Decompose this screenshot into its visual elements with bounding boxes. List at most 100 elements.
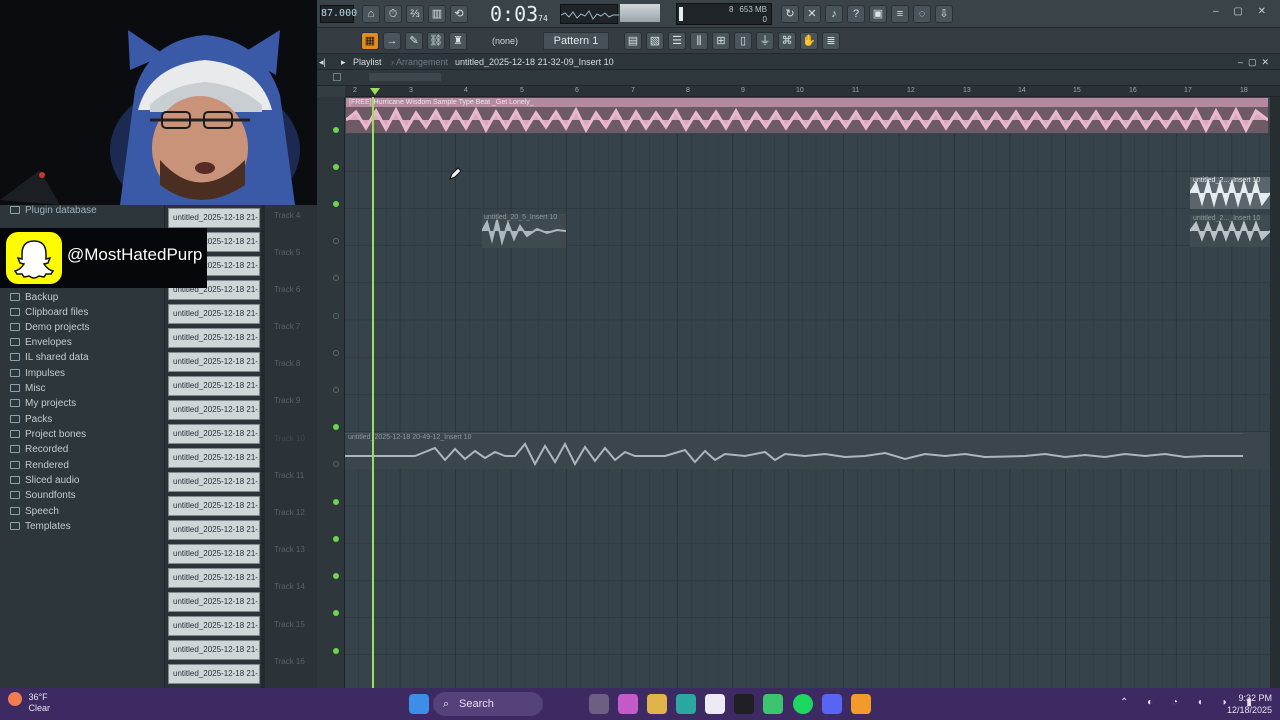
- arrow-icon[interactable]: →: [383, 32, 401, 50]
- track-name[interactable]: Track 15: [274, 620, 305, 629]
- playhead[interactable]: [372, 97, 374, 688]
- track-name[interactable]: Track 11: [274, 471, 304, 480]
- stamp-icon[interactable]: ♜: [449, 32, 467, 50]
- browser-item-rendered[interactable]: Rendered: [10, 458, 69, 473]
- playlist-play-icon[interactable]: ▸: [341, 54, 346, 70]
- track-name[interactable]: Track 13: [274, 545, 305, 554]
- wait-input-icon[interactable]: ⏱: [384, 5, 402, 23]
- clip-list-item[interactable]: untitled_2025-12-18 21-...: [168, 592, 260, 612]
- touch-icon[interactable]: ✋: [800, 32, 818, 50]
- tempo-display[interactable]: 87.000: [320, 5, 357, 23]
- clip-list-item[interactable]: untitled_2025-12-18 21-...: [168, 208, 260, 228]
- metronome-icon[interactable]: ⌂: [362, 5, 380, 23]
- browser-item-demo-projects[interactable]: Demo projects: [10, 320, 89, 335]
- plug-icon[interactable]: ⏚: [756, 32, 774, 50]
- track-name[interactable]: Track 14: [274, 582, 305, 591]
- help-icon[interactable]: ?: [847, 5, 865, 23]
- clip-list-item[interactable]: untitled_2025-12-18 21-...: [168, 304, 260, 324]
- browser-item-packs[interactable]: Packs: [10, 412, 52, 427]
- playhead-marker-icon[interactable]: [370, 88, 380, 95]
- window-controls[interactable]: ‒ ▢ ✕: [1213, 6, 1272, 17]
- taskbar-clock[interactable]: 9:32 PM 12/18/2025: [1227, 692, 1272, 716]
- browser-item-backup[interactable]: Backup: [10, 290, 58, 305]
- discord-icon[interactable]: [822, 694, 842, 714]
- playlist-grid[interactable]: [FREE] Hurricane Wisdom Sample Type Beat…: [345, 97, 1270, 688]
- clip-list-item[interactable]: untitled_2025-12-18 21-...: [168, 352, 260, 372]
- taskbar-search[interactable]: ⌕ Search: [433, 692, 543, 716]
- track-name[interactable]: Track 5: [274, 248, 300, 257]
- file-explorer-icon[interactable]: [647, 694, 667, 714]
- browser-item-impulses[interactable]: Impulses: [10, 366, 65, 381]
- pattern-selector[interactable]: Pattern 1: [543, 32, 609, 50]
- track-name[interactable]: Track 9: [274, 396, 300, 405]
- clip-list-item[interactable]: untitled_2025-12-18 21-...: [168, 568, 260, 588]
- browser-item-sliced-audio[interactable]: Sliced audio: [10, 473, 79, 488]
- track-name[interactable]: Track 4: [274, 211, 300, 220]
- collapse-icon[interactable]: ◂|: [319, 54, 326, 70]
- playlist-window-controls[interactable]: ‒▢✕: [1238, 54, 1274, 70]
- save-icon[interactable]: ▣: [869, 5, 887, 23]
- track-name[interactable]: Track 16: [274, 657, 305, 666]
- microphone-icon[interactable]: ♪: [825, 5, 843, 23]
- task-view-icon[interactable]: [589, 694, 609, 714]
- spotify-icon[interactable]: [793, 694, 813, 714]
- track-name[interactable]: Track 10: [274, 434, 305, 443]
- browser-item-soundfonts[interactable]: Soundfonts: [10, 488, 76, 503]
- clip-list-item[interactable]: untitled_2025-12-18 21-...: [168, 448, 260, 468]
- browser-item-plugin-database[interactable]: Plugin database: [10, 203, 97, 218]
- browser-item-clipboard-files[interactable]: Clipboard files: [10, 305, 88, 320]
- brush-icon[interactable]: ⌘: [778, 32, 796, 50]
- clip-list-item[interactable]: untitled_2025-12-18 21-...: [168, 328, 260, 348]
- browser-item-speech[interactable]: Speech: [10, 504, 59, 519]
- snap-selector[interactable]: (none): [480, 33, 530, 49]
- channel-rack-icon[interactable]: ☰: [668, 32, 686, 50]
- download-icon[interactable]: ⇩: [935, 5, 953, 23]
- tools-icon[interactable]: ✕: [803, 5, 821, 23]
- master-volume-slider[interactable]: [620, 4, 660, 22]
- clip-list-item[interactable]: untitled_2025-12-18 21-...: [168, 496, 260, 516]
- track-name[interactable]: Track 12: [274, 508, 305, 517]
- browser-item-il-shared-data[interactable]: IL shared data: [10, 350, 89, 365]
- snap-icon[interactable]: ▦: [361, 32, 379, 50]
- plugin-icon[interactable]: ▯: [734, 32, 752, 50]
- clip-list-item[interactable]: untitled_2025-12-18 21-...: [168, 664, 260, 684]
- clip-list-item[interactable]: untitled_2025-12-18 21-...: [168, 472, 260, 492]
- link-icon[interactable]: ⛓: [427, 32, 445, 50]
- clip-list-item[interactable]: untitled_2025-12-18 21-...: [168, 640, 260, 660]
- copilot-icon[interactable]: [618, 694, 638, 714]
- start-button-icon[interactable]: [409, 694, 429, 714]
- browser-item-recorded[interactable]: Recorded: [10, 442, 68, 457]
- playlist-icon[interactable]: ▤: [624, 32, 642, 50]
- menu-icon[interactable]: ≣: [822, 32, 840, 50]
- refresh-icon[interactable]: ↻: [781, 5, 799, 23]
- browser-item-project-bones[interactable]: Project bones: [10, 427, 86, 442]
- piano-roll-icon[interactable]: ▧: [646, 32, 664, 50]
- mixer-icon[interactable]: ≡: [891, 5, 909, 23]
- chat-icon[interactable]: ◌: [913, 5, 931, 23]
- track-name[interactable]: Track 8: [274, 359, 300, 368]
- android-app-icon[interactable]: [763, 694, 783, 714]
- audio-clip-track10[interactable]: [345, 433, 1243, 469]
- clip-list-item[interactable]: untitled_2025-12-18 21-...: [168, 376, 260, 396]
- playlist-hscroll[interactable]: [369, 73, 441, 81]
- browser-item-envelopes[interactable]: Envelopes: [10, 335, 72, 350]
- mixer-window-icon[interactable]: ⫼: [690, 32, 708, 50]
- playlist-options-icon[interactable]: [333, 73, 341, 81]
- step-edit-icon[interactable]: ▥: [428, 5, 446, 23]
- playlist-vertical-scrollbar[interactable]: [1270, 97, 1280, 688]
- clip-list-item[interactable]: untitled_2025-12-18 21-...: [168, 400, 260, 420]
- browser-item-my-projects[interactable]: My projects: [10, 396, 76, 411]
- track-name[interactable]: Track 6: [274, 285, 300, 294]
- store-icon[interactable]: [705, 694, 725, 714]
- clip-list-item[interactable]: untitled_2025-12-18 21-...: [168, 424, 260, 444]
- track-name[interactable]: Track 7: [274, 322, 300, 331]
- weather-widget[interactable]: 36°F Clear: [8, 692, 50, 714]
- loop-record-icon[interactable]: ⟲: [450, 5, 468, 23]
- clip-list-item[interactable]: untitled_2025-12-18 21-...: [168, 616, 260, 636]
- fl-studio-icon[interactable]: [851, 694, 871, 714]
- edge-icon[interactable]: [676, 694, 696, 714]
- draw-icon[interactable]: ✎: [405, 32, 423, 50]
- clip-list-scrollbar[interactable]: [261, 205, 265, 688]
- countdown-icon[interactable]: ⅔: [406, 5, 424, 23]
- clip-list-item[interactable]: untitled_2025-12-18 21-...: [168, 544, 260, 564]
